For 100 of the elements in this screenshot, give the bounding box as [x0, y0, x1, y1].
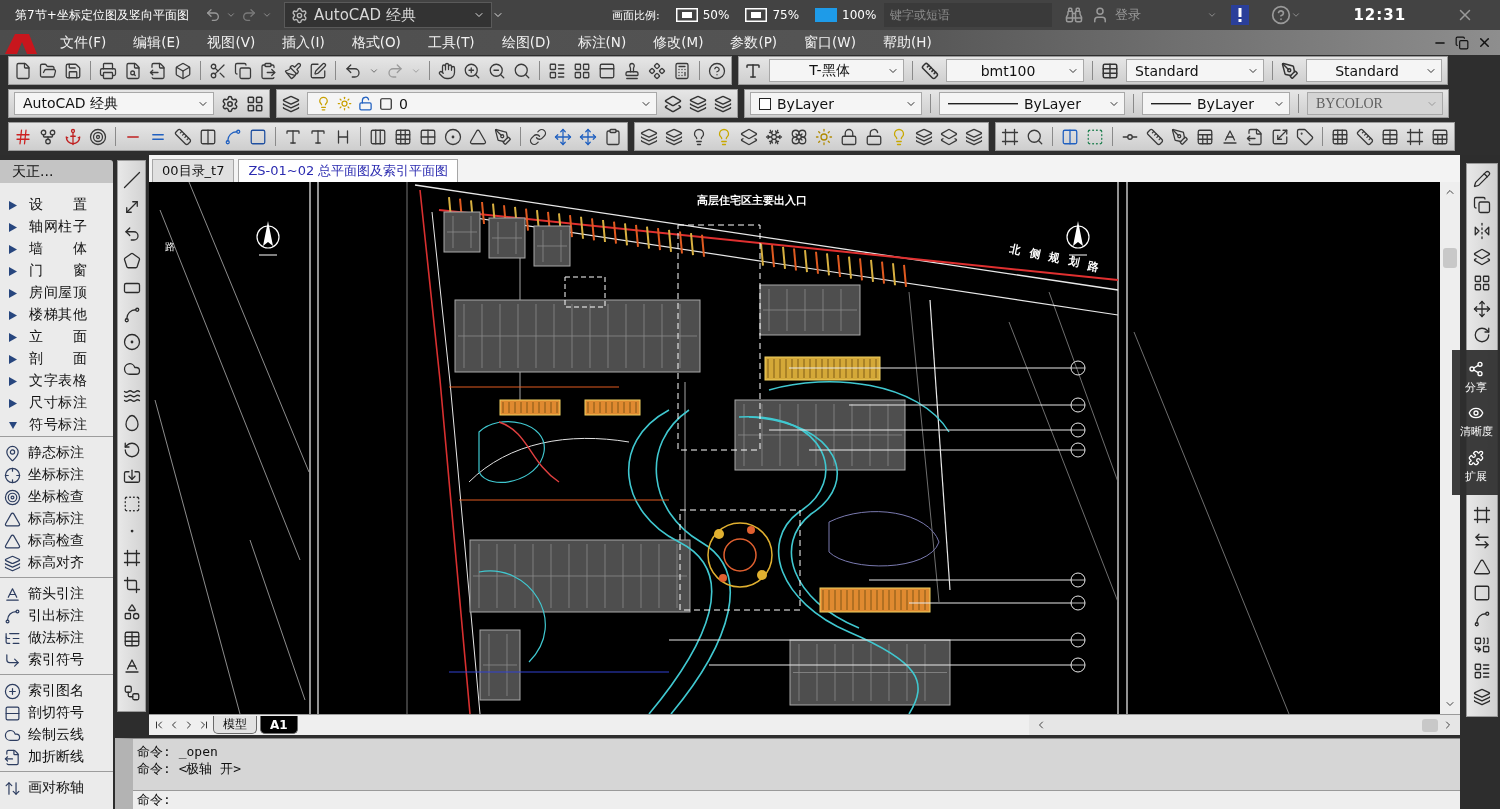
table-icon[interactable]	[1101, 61, 1119, 80]
pin-icon[interactable]	[4, 444, 21, 462]
menu-category[interactable]: 楼梯其他	[29, 306, 87, 324]
menu-item[interactable]: 视图(V)	[197, 33, 266, 52]
type-icon[interactable]	[284, 127, 302, 146]
menu-item[interactable]: 帮助(H)	[873, 33, 942, 52]
menu-category[interactable]: 墙 体	[29, 240, 87, 258]
pen-icon[interactable]	[1171, 127, 1189, 146]
pen-icon[interactable]	[1281, 61, 1299, 80]
circle-dot-icon[interactable]	[444, 127, 462, 146]
target-icon[interactable]	[4, 488, 21, 506]
layers-icon[interactable]	[965, 127, 983, 146]
cube-icon[interactable]	[174, 61, 192, 80]
linetype-dropdown[interactable]: ByLayer	[939, 92, 1125, 115]
gear-icon[interactable]	[221, 94, 239, 113]
import-icon[interactable]	[122, 468, 141, 486]
sign-in-link[interactable]: 登录	[1115, 6, 1208, 24]
menu-item[interactable]: 索引图名	[28, 682, 84, 700]
multileader-style-dropdown[interactable]: Standard	[1306, 59, 1442, 82]
curve-icon[interactable]	[1473, 610, 1491, 628]
zoom-ratio-button[interactable]: 100%	[815, 8, 877, 22]
layers-icon[interactable]	[714, 94, 732, 113]
menu-item[interactable]: 加折断线	[28, 748, 84, 766]
layers-icon[interactable]	[640, 127, 658, 146]
menu-item[interactable]: 插入(I)	[272, 33, 335, 52]
lineweight-dropdown[interactable]: ByLayer	[1142, 92, 1290, 115]
lock-open-icon[interactable]	[865, 127, 883, 146]
file-arrow-icon[interactable]	[1246, 127, 1264, 146]
menu-item[interactable]: 引出标注	[28, 607, 84, 625]
target-icon[interactable]	[89, 127, 107, 146]
layers-icon[interactable]	[4, 554, 21, 572]
list-icon[interactable]	[1473, 662, 1491, 680]
pen-icon[interactable]	[494, 127, 512, 146]
triangle-icon[interactable]	[1473, 558, 1491, 576]
menu-category[interactable]: 文字表格	[29, 372, 87, 390]
command-input[interactable]: 命令:	[133, 790, 1460, 809]
color-dropdown[interactable]: ByLayer	[750, 92, 922, 115]
layers-icon[interactable]	[940, 127, 958, 146]
menu-item[interactable]: 绘图(D)	[491, 33, 561, 52]
menu-category[interactable]: 门 窗	[29, 262, 87, 280]
ruler-icon[interactable]	[1146, 127, 1164, 146]
clipboard-icon[interactable]	[259, 61, 277, 80]
flower-icon[interactable]	[790, 127, 808, 146]
menu-category[interactable]: 轴网柱子	[29, 218, 87, 236]
stamp-icon[interactable]	[623, 61, 641, 80]
anchor-icon[interactable]	[64, 127, 82, 146]
hand-icon[interactable]	[438, 61, 456, 80]
snowflake-icon[interactable]	[765, 127, 783, 146]
restore-icon[interactable]	[1455, 35, 1469, 50]
layers-icon[interactable]	[915, 127, 933, 146]
menu-item[interactable]: 坐标标注	[28, 466, 84, 484]
hook-arrow-icon[interactable]	[122, 225, 141, 243]
file-arrow-icon[interactable]	[4, 748, 21, 766]
menu-item[interactable]: 文件(F)	[50, 33, 117, 52]
left-right-arrow-icon[interactable]	[1473, 532, 1491, 550]
columns-icon[interactable]	[1061, 127, 1079, 146]
menu-category[interactable]: 房间屋顶	[29, 284, 87, 302]
resize-arrow-icon[interactable]	[1271, 127, 1289, 146]
menu-category[interactable]: 尺寸标注	[29, 394, 87, 412]
grid-icon[interactable]	[1473, 274, 1491, 292]
ruler-icon[interactable]	[921, 61, 939, 80]
line-icon[interactable]	[122, 171, 141, 189]
hash-icon[interactable]	[14, 127, 32, 146]
link-icon[interactable]	[529, 127, 547, 146]
fork-icon[interactable]	[39, 127, 57, 146]
menu-category[interactable]: 符号标注	[29, 416, 87, 434]
share-button[interactable]: 分享	[1465, 361, 1487, 396]
search-icon[interactable]	[513, 61, 531, 80]
frame-icon[interactable]	[122, 549, 141, 567]
list-icon[interactable]	[548, 61, 566, 80]
rotate-arrow-icon[interactable]	[122, 441, 141, 459]
grid-icon[interactable]	[246, 94, 264, 113]
dashed-square-icon[interactable]	[122, 495, 141, 513]
corner-arrow-icon[interactable]	[4, 651, 21, 669]
zoom-ratio-button[interactable]: 75%	[745, 8, 800, 22]
layers-icon[interactable]	[689, 94, 707, 113]
frame-icon[interactable]	[1001, 127, 1019, 146]
chevron-left-bar-icon[interactable]	[153, 719, 165, 731]
workspace-dropdown[interactable]: AutoCAD 经典	[284, 2, 492, 28]
copy-icon[interactable]	[1473, 196, 1491, 214]
menu-item[interactable]: 坐标检查	[28, 488, 84, 506]
scissors-icon[interactable]	[209, 61, 227, 80]
curve-icon[interactable]	[122, 306, 141, 324]
type-icon[interactable]	[309, 127, 327, 146]
columns-icon[interactable]	[199, 127, 217, 146]
window-icon[interactable]	[598, 61, 616, 80]
square-icon[interactable]	[1473, 584, 1491, 602]
rotate-arrow-icon[interactable]	[1473, 326, 1491, 344]
menu-item[interactable]: 编辑(E)	[123, 33, 191, 52]
lock-icon[interactable]	[840, 127, 858, 146]
crosshair-icon[interactable]	[4, 466, 21, 484]
menu-item[interactable]: 格式(O)	[341, 33, 411, 52]
chevron-right-bar-icon[interactable]	[198, 719, 210, 731]
menu-item[interactable]: 剖切符号	[28, 704, 84, 722]
circle-dot-icon[interactable]	[122, 333, 141, 351]
grid-icon[interactable]	[1331, 127, 1349, 146]
layout-tab[interactable]: 模型	[213, 716, 257, 734]
menu-item[interactable]: 标高标注	[28, 510, 84, 528]
grid-icon[interactable]	[419, 127, 437, 146]
type-icon[interactable]	[744, 61, 762, 80]
